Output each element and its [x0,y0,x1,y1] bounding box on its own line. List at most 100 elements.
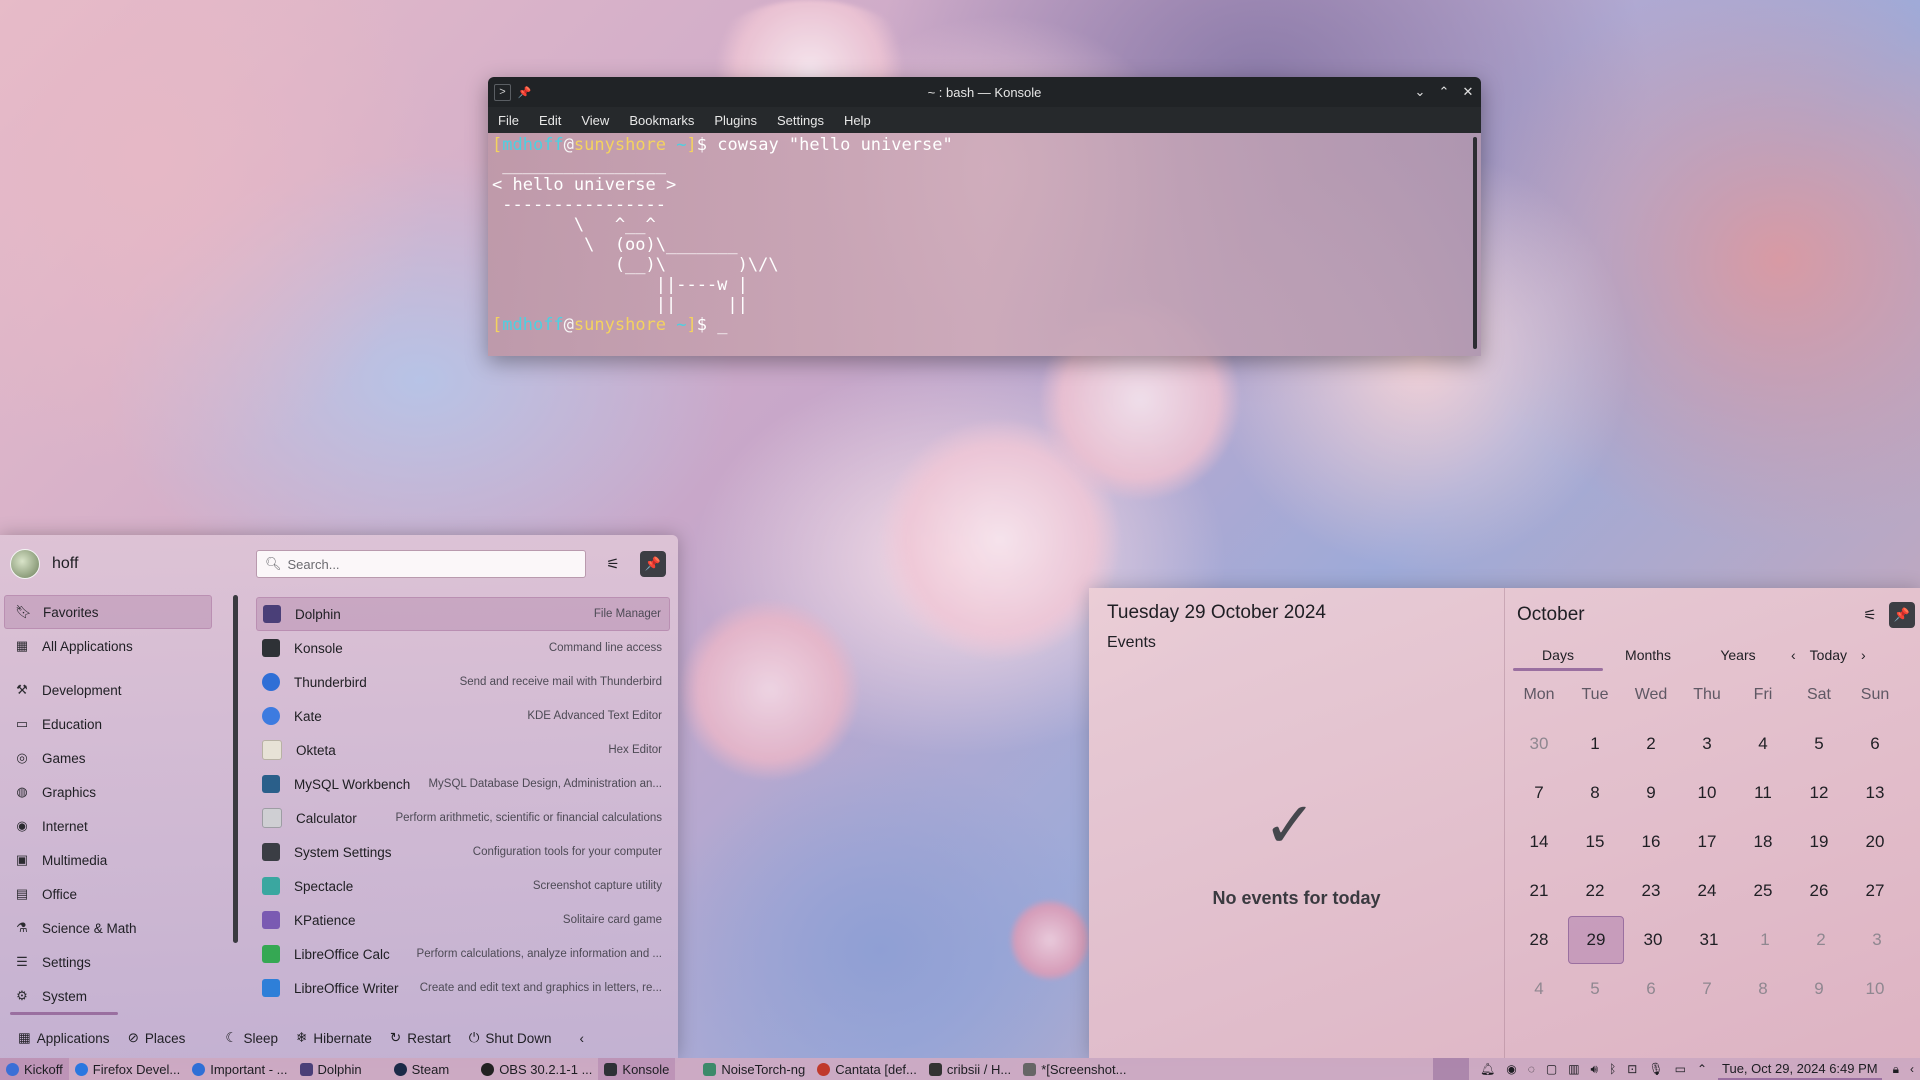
category-settings[interactable]: ☰ Settings [4,945,212,979]
hibernate-button[interactable]: ❄ Hibernate [296,1030,372,1046]
tab-applications[interactable]: ▦ Applications [18,1030,110,1046]
task-noisetorch[interactable]: NoiseTorch-ng [697,1058,811,1080]
microphone-icon[interactable]: 🎙︎ [1648,1062,1663,1076]
battery-icon[interactable]: ▭ [1675,1062,1686,1076]
category-science-math[interactable]: ⚗ Science & Math [4,911,212,945]
task-cantata[interactable]: Cantata [def... [811,1058,923,1080]
tab-months[interactable]: Months [1603,647,1693,663]
sync-icon[interactable]: ◌ [1528,1062,1535,1076]
minimize-button[interactable]: ⌄ [1413,84,1427,100]
terminal-output[interactable]: [mdhoff@sunyshore ~]$ cowsay "hello univ… [488,133,1481,356]
app-dolphin[interactable]: Dolphin File Manager [256,597,670,631]
calendar-day[interactable]: 9 [1791,979,1847,999]
app-okteta[interactable]: Okteta Hex Editor [256,733,670,767]
calendar-day[interactable]: 20 [1847,832,1903,852]
calendar-day[interactable]: 3 [1849,930,1905,950]
network-icon[interactable]: ⊡ [1627,1062,1637,1076]
calendar-day[interactable]: 13 [1847,783,1903,803]
pin-button[interactable]: 📌 [640,551,666,577]
category-multimedia[interactable]: ▣ Multimedia [4,843,212,877]
restart-button[interactable]: ↻ Restart [390,1030,451,1046]
calendar-day[interactable]: 7 [1679,979,1735,999]
category-games[interactable]: ◎ Games [4,741,212,775]
calendar-day[interactable]: 10 [1847,979,1903,999]
calendar-day[interactable]: 28 [1511,930,1567,950]
pin-icon[interactable]: 📌 [517,85,532,100]
pin-button[interactable]: 📌 [1889,602,1915,628]
app-mysql-workbench[interactable]: MySQL Workbench MySQL Database Design, Ad… [256,767,670,801]
maximize-button[interactable]: ⌃ [1437,84,1451,100]
user-header[interactable]: hoff [10,549,78,579]
menu-plugins[interactable]: Plugins [704,113,767,128]
menu-edit[interactable]: Edit [529,113,571,128]
clipboard-icon[interactable]: ▢ [1546,1062,1557,1076]
calendar-day[interactable]: 14 [1511,832,1567,852]
calendar-day[interactable]: 1 [1567,734,1623,754]
calendar-day[interactable]: 23 [1623,881,1679,901]
tab-days[interactable]: Days [1513,647,1603,663]
app-konsole[interactable]: Konsole Command line access [256,631,670,665]
chevron-left-icon[interactable]: ‹ [1791,647,1796,663]
calendar-day[interactable]: 16 [1623,832,1679,852]
menu-settings[interactable]: Settings [767,113,834,128]
sleep-button[interactable]: ☾ Sleep [225,1030,278,1046]
task-konsole[interactable]: Konsole [598,1058,676,1080]
calendar-day[interactable]: 1 [1737,930,1793,950]
calendar-day-today[interactable]: 29 [1568,915,1624,964]
calendar-day[interactable]: 30 [1511,734,1567,754]
calendar-day[interactable]: 11 [1735,783,1791,803]
calendar-day[interactable]: 10 [1679,783,1735,803]
app-libreoffice-writer[interactable]: LibreOffice Writer Create and edit text a… [256,971,670,1005]
calendar-day[interactable]: 4 [1735,734,1791,754]
calendar-day[interactable]: 6 [1623,979,1679,999]
calendar-day[interactable]: 18 [1735,832,1791,852]
category-system[interactable]: ⚙ System [4,979,212,1013]
calendar-day[interactable]: 5 [1567,979,1623,999]
shutdown-button[interactable]: ⏻ Shut Down [469,1030,552,1046]
app-system-settings[interactable]: System Settings Configuration tools for y… [256,835,670,869]
window-menu-icon[interactable]: > [494,83,511,101]
filter-icon[interactable]: ⚟ [600,551,626,577]
calendar-day[interactable]: 3 [1679,734,1735,754]
calendar-day[interactable]: 5 [1791,734,1847,754]
calendar-day[interactable]: 8 [1735,979,1791,999]
search-input[interactable]: 🔍︎ Search... [256,550,586,578]
app-spectacle[interactable]: Spectacle Screenshot capture utility [256,869,670,903]
task-firefox[interactable]: Firefox Devel... [69,1058,186,1080]
calendar-day[interactable]: 7 [1511,783,1567,803]
window-titlebar[interactable]: > 📌 ~ : bash — Konsole ⌄ ⌃ ✕ [488,77,1481,107]
panel-collapse-icon[interactable]: ‹ [1910,1062,1914,1076]
menu-view[interactable]: View [571,113,619,128]
category-office[interactable]: ▤ Office [4,877,212,911]
task-dolphin[interactable]: Dolphin [294,1058,368,1080]
category-scrollbar[interactable] [233,595,238,943]
chevron-right-icon[interactable]: › [1861,647,1866,663]
calendar-day[interactable]: 9 [1623,783,1679,803]
calendar-day[interactable]: 25 [1735,881,1791,901]
tray-expand-icon[interactable]: ⌃ [1697,1062,1707,1076]
avatar[interactable] [10,549,40,579]
bluetooth-icon[interactable]: ᛒ [1609,1062,1616,1076]
app-kpatience[interactable]: KPatience Solitaire card game [256,903,670,937]
category-development[interactable]: ⚒ Development [4,673,212,707]
category-all-applications[interactable]: ▦ All Applications [4,629,212,663]
calendar-day[interactable]: 26 [1791,881,1847,901]
lock-icon[interactable]: 🔒︎ [1893,1062,1899,1077]
app-kate[interactable]: Kate KDE Advanced Text Editor [256,699,670,733]
notifications-icon[interactable]: 🔔︎ [1480,1062,1495,1076]
task-obs[interactable]: OBS 30.2.1-1 ... [475,1058,598,1080]
konsole-window[interactable]: > 📌 ~ : bash — Konsole ⌄ ⌃ ✕ File Edit V… [488,77,1481,356]
calendar-day[interactable]: 2 [1623,734,1679,754]
category-favorites[interactable]: 🔖︎ Favorites [4,595,212,629]
calendar-day[interactable]: 24 [1679,881,1735,901]
calendar-day[interactable]: 12 [1791,783,1847,803]
clock[interactable]: Tue, Oct 29, 2024 6:49 PM [1718,1058,1882,1080]
category-internet[interactable]: ◉ Internet [4,809,212,843]
app-calculator[interactable]: Calculator Perform arithmetic, scientific… [256,801,670,835]
tab-years[interactable]: Years [1693,647,1783,663]
calendar-day[interactable]: 8 [1567,783,1623,803]
calendar-day[interactable]: 4 [1511,979,1567,999]
today-button[interactable]: Today [1810,647,1847,663]
kickoff-launcher[interactable]: Kickoff [0,1058,69,1080]
virtual-desktop-pager[interactable] [1432,1058,1469,1080]
